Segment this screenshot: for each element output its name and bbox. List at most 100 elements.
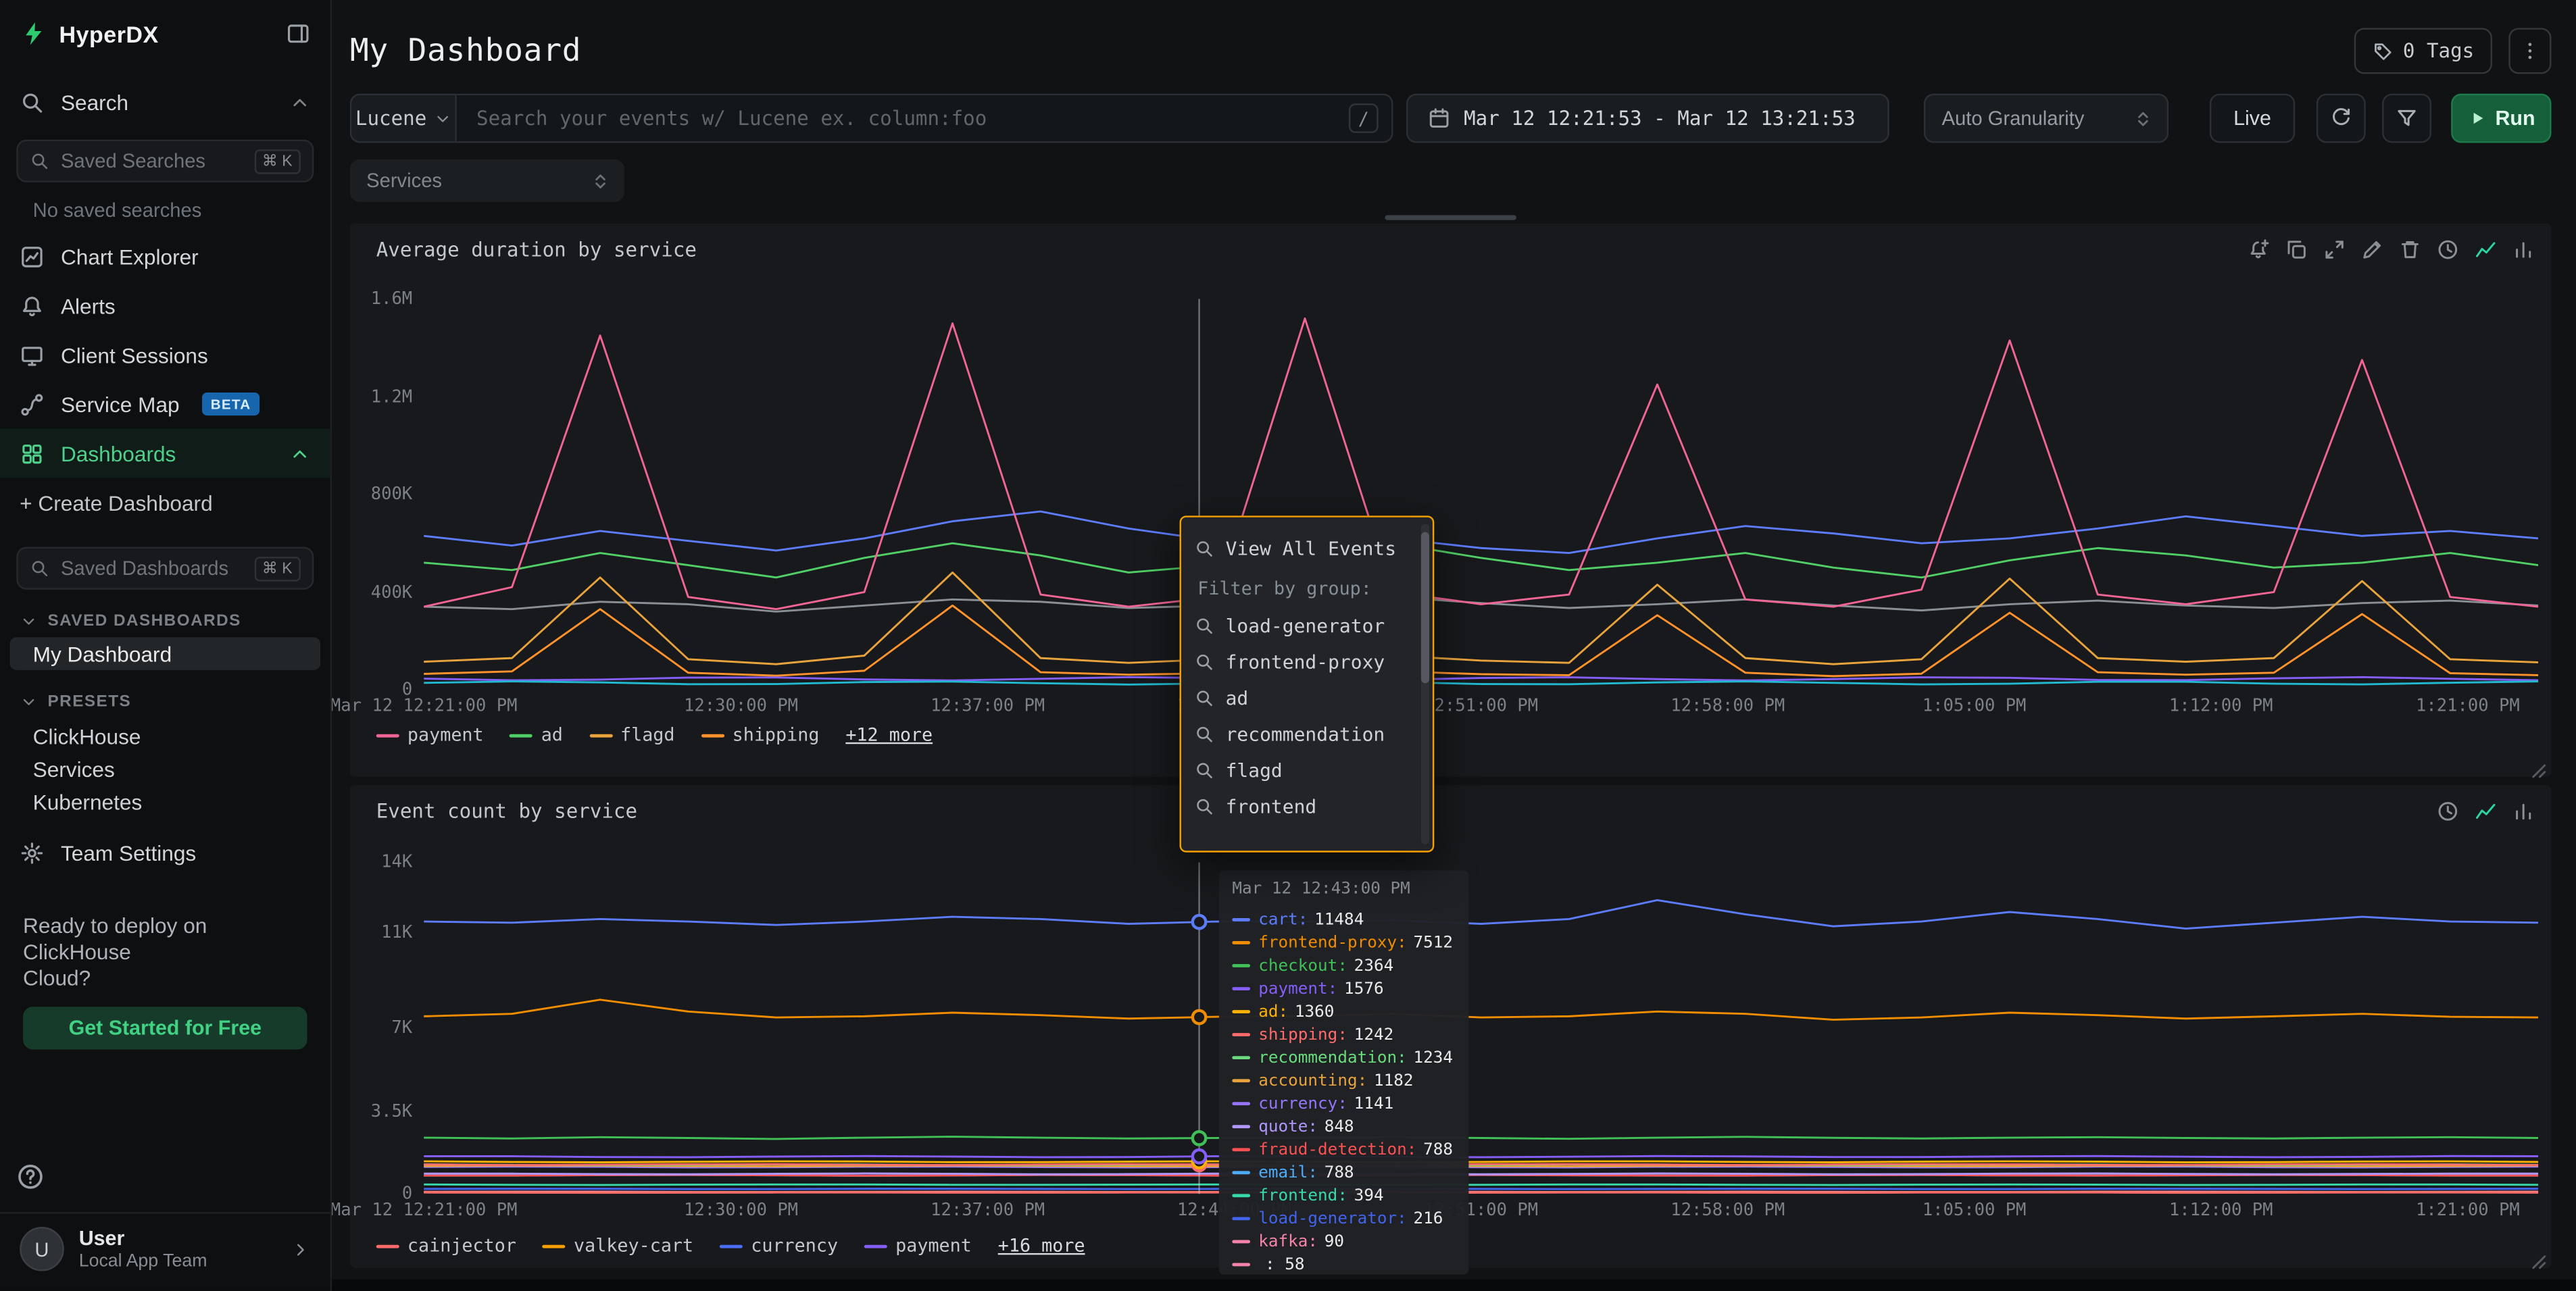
- legend-more-link[interactable]: +16 more: [998, 1235, 1085, 1257]
- alert-add-icon[interactable]: [2248, 238, 2271, 261]
- chart-canvas-average-duration[interactable]: [424, 299, 2538, 690]
- filter-button[interactable]: [2382, 94, 2431, 143]
- legend-more-link[interactable]: +12 more: [845, 724, 933, 746]
- line-chart-icon[interactable]: [2474, 238, 2497, 261]
- search-placeholder: Search your events w/ Lucene ex. column:…: [476, 107, 1349, 130]
- granularity-select[interactable]: Auto Granularity: [1924, 94, 2169, 143]
- run-button[interactable]: Run: [2451, 94, 2551, 143]
- saved-dashboards-section-label[interactable]: SAVED DASHBOARDS: [20, 609, 310, 632]
- view-all-events-item[interactable]: View All Events: [1194, 530, 1422, 566]
- tooltip-row: kafka:90: [1232, 1230, 1456, 1253]
- y-axis-label: 1.6M: [350, 289, 412, 309]
- services-select[interactable]: Services: [350, 159, 624, 202]
- bar-chart-icon[interactable]: [2512, 800, 2535, 823]
- series-line-frontend-proxy: [424, 1000, 2538, 1020]
- panel-header[interactable]: Event count by service: [376, 799, 2535, 825]
- sidebar-item-chart-explorer[interactable]: Chart Explorer: [0, 232, 330, 281]
- language-select[interactable]: Lucene: [350, 94, 457, 143]
- sidebar-item-services[interactable]: Services: [10, 752, 320, 785]
- chevron-down-icon: [433, 109, 451, 128]
- legend-item-ad[interactable]: ad: [510, 724, 563, 746]
- user-team: Local App Team: [79, 1251, 276, 1271]
- search-icon: [1194, 652, 1214, 672]
- tooltip-row: recommendation:1234: [1232, 1046, 1456, 1069]
- x-axis-label: 12:30:00 PM: [684, 697, 798, 716]
- panel-header[interactable]: Average duration by service: [376, 236, 2535, 263]
- sidebar: HyperDX Search Saved Searches ⌘ K No sav…: [0, 0, 332, 1291]
- sidebar-item-my-dashboard[interactable]: My Dashboard: [10, 637, 320, 670]
- group-filter-item-frontend[interactable]: frontend: [1194, 788, 1422, 824]
- sidebar-item-clickhouse[interactable]: ClickHouse: [10, 719, 320, 753]
- group-filter-item-flagd[interactable]: flagd: [1194, 752, 1422, 788]
- user-menu[interactable]: U User Local App Team: [0, 1212, 330, 1291]
- group-filter-item-frontend-proxy[interactable]: frontend-proxy: [1194, 644, 1422, 680]
- sidebar-item-service-map[interactable]: Service MapBETA: [0, 380, 330, 429]
- sidebar-item-team-settings[interactable]: Team Settings: [0, 831, 330, 874]
- help-icon[interactable]: [16, 1163, 44, 1190]
- sidebar-item-alerts[interactable]: Alerts: [0, 281, 330, 330]
- search-icon: [20, 89, 44, 113]
- edit-icon[interactable]: [2360, 238, 2383, 261]
- tooltip-row: : 58: [1232, 1253, 1456, 1275]
- legend-item-flagd[interactable]: flagd: [589, 724, 675, 746]
- search-input[interactable]: Search your events w/ Lucene ex. column:…: [457, 94, 1393, 143]
- hover-marker-cart: [1193, 915, 1206, 928]
- tooltip-row: frontend-proxy:7512: [1232, 931, 1456, 954]
- y-axis-label: 3.5K: [350, 1101, 412, 1121]
- chart-canvas-event-count[interactable]: [424, 862, 2538, 1194]
- time-range-icon[interactable]: [2436, 800, 2459, 823]
- resize-handle[interactable]: [2531, 1248, 2546, 1263]
- group-filter-item-load-generator[interactable]: load-generator: [1194, 608, 1422, 644]
- hyperdx-logo: HyperDX: [20, 20, 286, 47]
- create-dashboard-button[interactable]: + Create Dashboard: [0, 478, 330, 527]
- chevron-up-icon[interactable]: [289, 91, 311, 113]
- menu-scrollbar-thumb[interactable]: [1421, 532, 1429, 684]
- brand-name: HyperDX: [59, 20, 159, 47]
- resize-handle[interactable]: [2531, 757, 2546, 772]
- series-color-dash: [376, 733, 399, 736]
- legend-item-currency[interactable]: currency: [720, 1235, 838, 1257]
- chevron-up-icon[interactable]: [289, 442, 311, 464]
- page-header: My Dashboard 0 Tags: [350, 23, 2552, 79]
- chevron-down-icon: [20, 692, 38, 711]
- sidebar-item-dashboards[interactable]: Dashboards: [0, 429, 330, 478]
- series-line-payment: [424, 318, 2538, 609]
- search-icon: [30, 151, 49, 171]
- dashboard-menu-button[interactable]: [2508, 28, 2551, 74]
- legend-item-valkey-cart[interactable]: valkey-cart: [543, 1235, 693, 1257]
- chart-legend: payment ad flagd shipping +12 more: [376, 724, 933, 746]
- view-events-menu: View All Events Filter by group: load-ge…: [1180, 515, 1435, 852]
- legend-item-payment[interactable]: payment: [864, 1235, 972, 1257]
- legend-item-payment[interactable]: payment: [376, 724, 484, 746]
- expand-icon[interactable]: [2323, 238, 2346, 261]
- series-color-dash: [1232, 1102, 1250, 1105]
- series-color-dash: [1232, 1079, 1250, 1082]
- menu-scrollbar[interactable]: [1421, 524, 1429, 844]
- y-axis-label: 400K: [350, 582, 412, 602]
- saved-searches-input[interactable]: Saved Searches ⌘ K: [16, 140, 314, 182]
- presets-section-label[interactable]: PRESETS: [20, 690, 310, 713]
- duplicate-icon[interactable]: [2285, 238, 2308, 261]
- get-started-button[interactable]: Get Started for Free: [23, 1007, 307, 1049]
- group-filter-item-ad[interactable]: ad: [1194, 680, 1422, 715]
- refresh-button[interactable]: [2317, 94, 2366, 143]
- sidebar-item-search[interactable]: Search: [0, 84, 330, 120]
- time-range-icon[interactable]: [2436, 238, 2459, 261]
- legend-item-shipping[interactable]: shipping: [701, 724, 819, 746]
- sidebar-item-kubernetes[interactable]: Kubernetes: [10, 785, 320, 818]
- line-chart-icon[interactable]: [2474, 800, 2497, 823]
- chart-svg: [424, 862, 2538, 1194]
- series-color-dash: [1232, 1056, 1250, 1059]
- group-filter-item-recommendation[interactable]: recommendation: [1194, 716, 1422, 752]
- sidebar-collapse-icon[interactable]: [286, 22, 310, 46]
- bar-chart-icon[interactable]: [2512, 238, 2535, 261]
- tooltip-row: quote:848: [1232, 1115, 1456, 1138]
- live-button[interactable]: Live: [2210, 94, 2295, 143]
- panel-drag-handle[interactable]: [1385, 215, 1516, 220]
- legend-item-cainjector[interactable]: cainjector: [376, 1235, 516, 1257]
- date-range-picker[interactable]: Mar 12 12:21:53 - Mar 12 13:21:53: [1406, 94, 1889, 143]
- saved-dashboards-input[interactable]: Saved Dashboards ⌘ K: [16, 547, 314, 590]
- tags-button[interactable]: 0 Tags: [2354, 28, 2492, 74]
- sidebar-item-client-sessions[interactable]: Client Sessions: [0, 330, 330, 380]
- delete-icon[interactable]: [2398, 238, 2421, 261]
